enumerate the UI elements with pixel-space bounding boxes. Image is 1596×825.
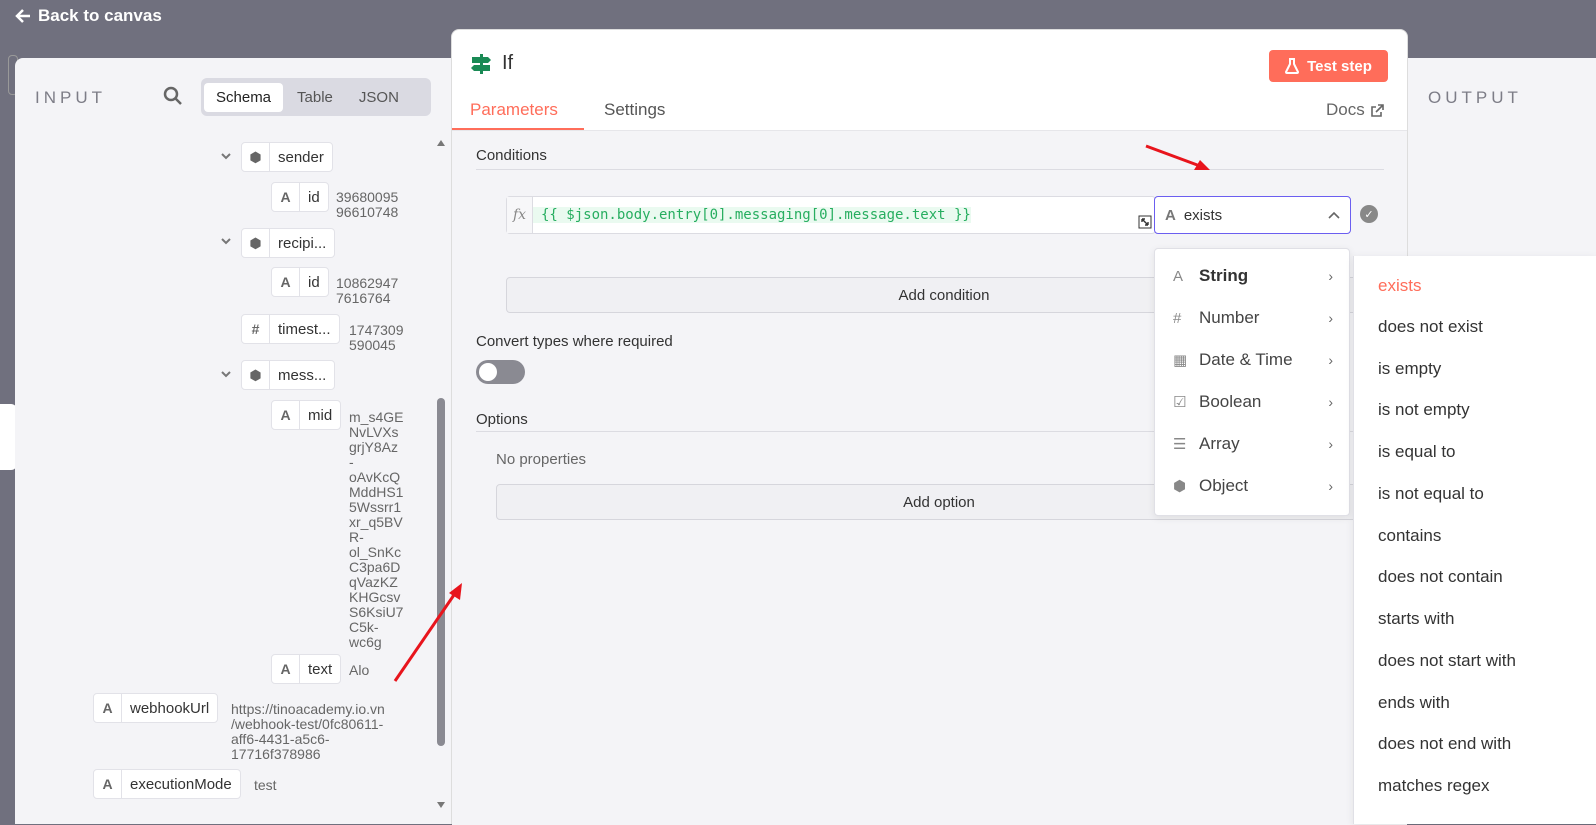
annotation-arrows	[393, 144, 1210, 682]
annotation-arrow-top	[1145, 144, 1201, 168]
annotation-arrow-left	[393, 591, 458, 682]
